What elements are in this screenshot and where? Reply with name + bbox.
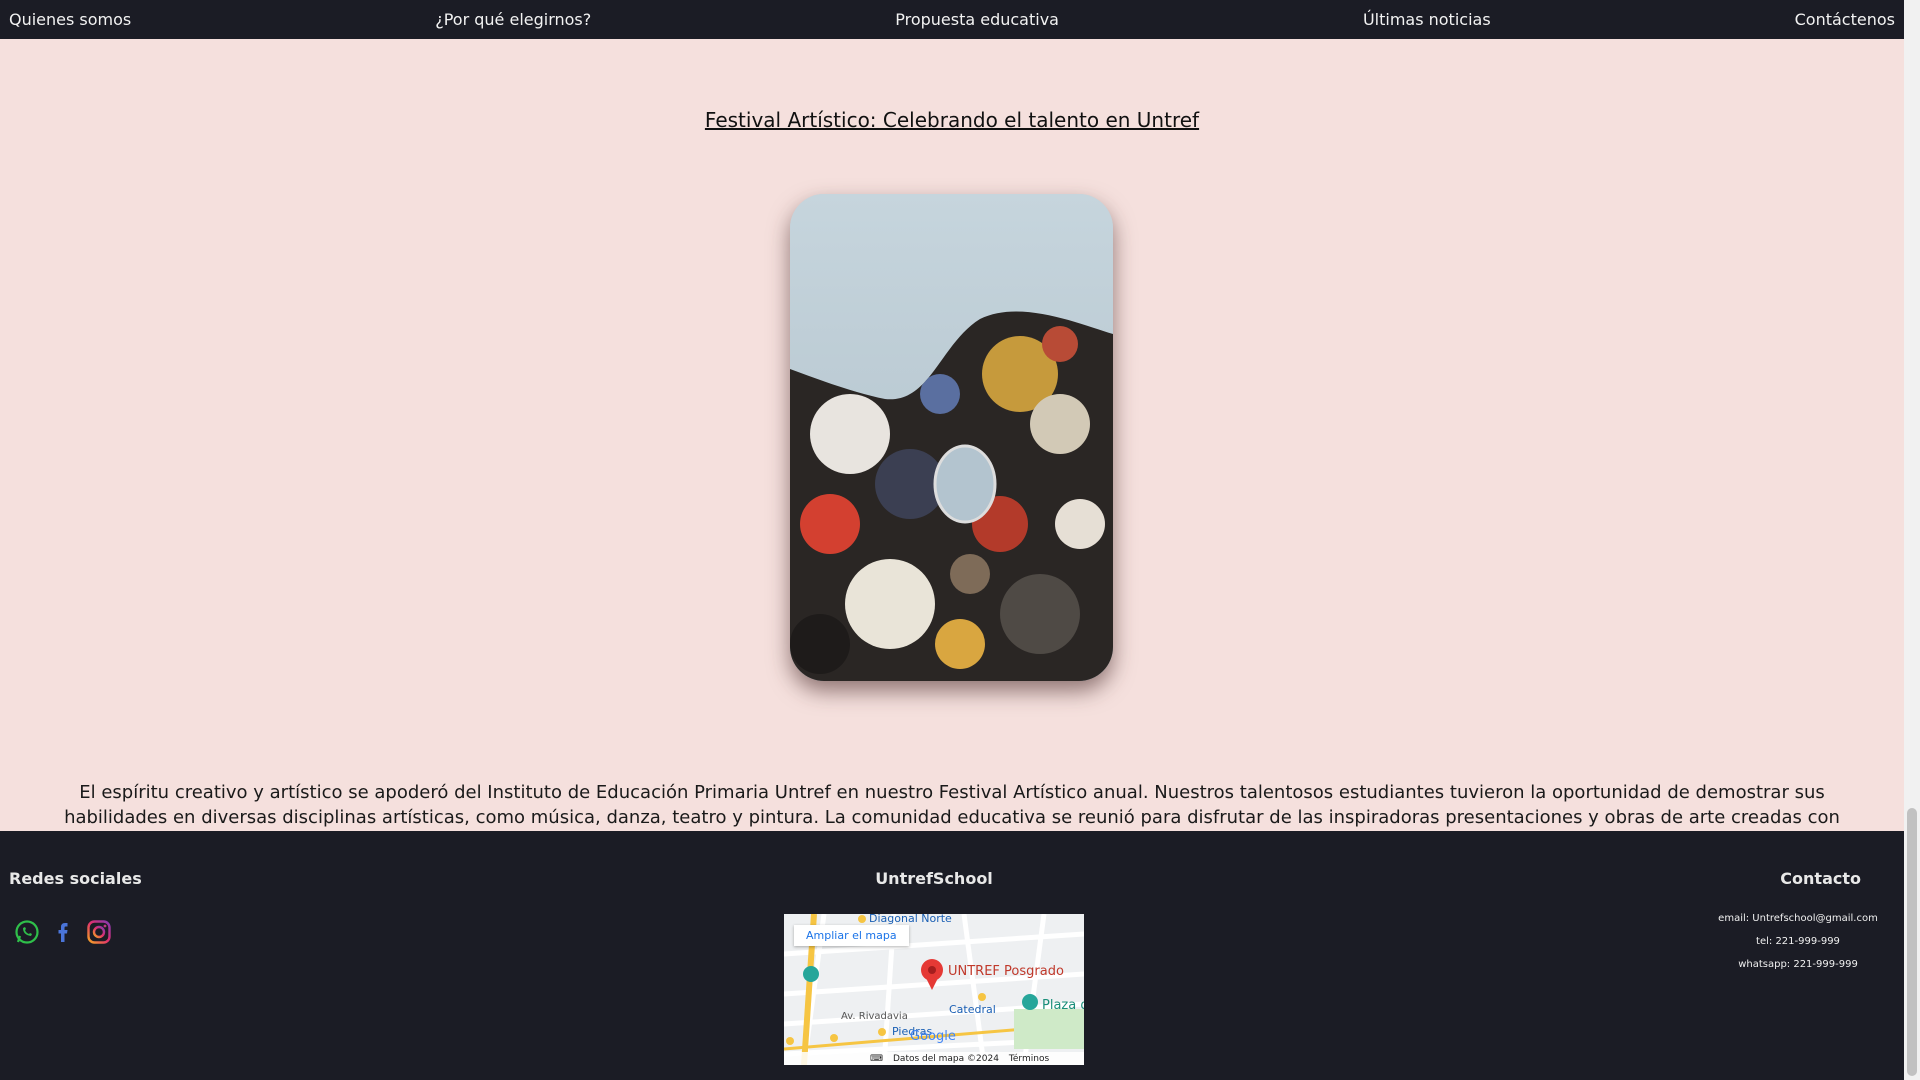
whatsapp-icon[interactable] <box>14 919 40 945</box>
scrollbar-thumb[interactable] <box>1907 808 1917 1076</box>
instagram-icon[interactable] <box>86 919 112 945</box>
nav-por-que-elegirnos[interactable]: ¿Por qué elegirnos? <box>435 10 591 29</box>
google-logo: Google <box>910 1029 956 1044</box>
contact-info: email: Untrefschool@gmail.com tel: 221-9… <box>1718 913 1878 982</box>
nav-propuesta-educativa[interactable]: Propuesta educativa <box>895 10 1059 29</box>
map-data-text: Datos del mapa ©2024 <box>893 1053 999 1064</box>
contact-phone: tel: 221-999-999 <box>1756 936 1840 947</box>
social-icons <box>14 919 112 945</box>
school-title: UntrefSchool <box>875 869 993 888</box>
contact-title: Contacto <box>1780 869 1861 888</box>
map-label: Catedral <box>949 1003 996 1016</box>
facebook-icon[interactable] <box>50 919 76 945</box>
festival-photo <box>790 194 1113 681</box>
map-attribution: ⌨ Datos del mapa ©2024 Términos <box>784 1052 1084 1065</box>
keyboard-icon[interactable]: ⌨ <box>870 1054 883 1064</box>
map-label: Diagonal Norte <box>869 914 952 925</box>
map-label: Av. Rivadavia <box>841 1011 908 1022</box>
top-navigation: Quienes somos ¿Por qué elegirnos? Propue… <box>0 0 1904 39</box>
location-map[interactable]: Ampliar el mapa Diagonal Norte UNTREF Po… <box>784 914 1084 1065</box>
contact-email: email: Untrefschool@gmail.com <box>1718 913 1878 924</box>
page-scrollbar[interactable] <box>1904 0 1920 1080</box>
nav-quienes-somos[interactable]: Quienes somos <box>9 10 131 29</box>
footer: Redes sociales UntrefSchool Ampliar el m… <box>0 831 1904 1080</box>
enlarge-map-button[interactable]: Ampliar el mapa <box>794 925 909 946</box>
nav-contactenos[interactable]: Contáctenos <box>1795 10 1895 29</box>
contact-whatsapp: whatsapp: 221-999-999 <box>1738 959 1858 970</box>
map-label: Plaza d <box>1042 998 1084 1013</box>
map-terms-link[interactable]: Términos <box>1009 1054 1049 1064</box>
nav-ultimas-noticias[interactable]: Últimas noticias <box>1363 10 1491 29</box>
map-label: UNTREF Posgrado <box>948 964 1064 979</box>
article-title: Festival Artístico: Celebrando el talent… <box>704 108 1200 132</box>
